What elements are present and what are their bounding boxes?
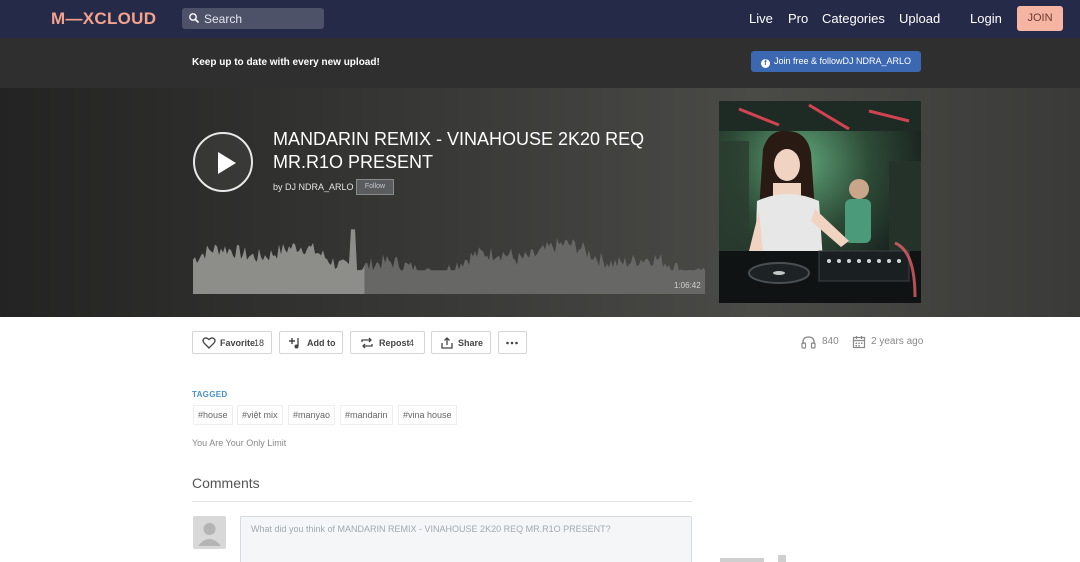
add-to-label: Add to	[307, 338, 336, 348]
favorite-button[interactable]: Favorite 18	[192, 331, 272, 354]
show-byline[interactable]: by DJ NDRA_ARLO	[273, 182, 354, 192]
nav-link-categories[interactable]: Categories	[822, 11, 885, 26]
nav-link-live[interactable]: Live	[749, 11, 773, 26]
login-link[interactable]: Login	[970, 11, 1002, 26]
follow-promo-band: Keep up to date with every new upload! f…	[0, 38, 1080, 88]
join-and-follow-label: Join free & followDJ NDRA_ARLO	[773, 56, 912, 66]
share-icon	[441, 337, 453, 349]
more-options-button[interactable]	[498, 331, 527, 354]
upload-age: 2 years ago	[871, 336, 924, 347]
tag-manyao[interactable]: #manyao	[288, 405, 336, 425]
search-icon	[189, 13, 200, 24]
comment-input[interactable]	[240, 516, 692, 562]
join-button[interactable]: JOIN	[1017, 6, 1063, 31]
add-to-playlist-icon	[289, 338, 299, 349]
show-title: MANDARIN REMIX - VINAHOUSE 2K20 REQ MR.R…	[273, 129, 645, 172]
facebook-icon: f	[760, 59, 770, 68]
user-avatar-icon	[193, 516, 226, 549]
share-button[interactable]: Share	[431, 331, 491, 354]
waveform[interactable]	[193, 226, 705, 294]
sidebar-heading-fragment	[720, 553, 790, 562]
show-description: You Are Your Only Limit	[192, 438, 287, 448]
duration-label: 1:06:42	[674, 281, 701, 290]
repost-button[interactable]: Repost 4	[350, 331, 425, 354]
more-dots-icon	[506, 341, 518, 345]
share-label: Share	[458, 338, 484, 348]
tag-vina-house[interactable]: #vina house	[398, 405, 457, 425]
promo-text: Keep up to date with every new upload!	[192, 57, 380, 68]
calendar-icon	[852, 336, 866, 349]
play-icon	[218, 152, 236, 174]
repost-icon	[361, 337, 373, 349]
repost-label: Repost	[379, 338, 410, 348]
play-button[interactable]	[193, 132, 253, 192]
heart-icon	[202, 337, 216, 349]
show-hero: MANDARIN REMIX - VINAHOUSE 2K20 REQ MR.R…	[0, 88, 1080, 317]
play-count: 840	[822, 336, 839, 347]
nav-link-pro[interactable]: Pro	[788, 11, 808, 26]
join-and-follow-button[interactable]: f Join free & followDJ NDRA_ARLO	[751, 51, 921, 72]
top-navigation-bar: M—XCLOUD Search Live Pro Categories Uplo…	[0, 0, 1080, 38]
tagged-heading: TAGGED	[192, 390, 228, 399]
follow-button[interactable]: Follow	[356, 179, 394, 195]
show-cover-image[interactable]	[719, 101, 921, 303]
search-placeholder: Search	[204, 12, 243, 26]
nav-link-upload[interactable]: Upload	[899, 11, 940, 26]
tag-viet-mix[interactable]: #việt mix	[237, 405, 283, 425]
comments-divider	[192, 501, 692, 502]
add-to-button[interactable]: Add to	[279, 331, 343, 354]
mixcloud-logo[interactable]: M—XCLOUD	[51, 9, 156, 29]
tag-mandarin[interactable]: #mandarin	[340, 405, 393, 425]
comments-heading: Comments	[192, 475, 260, 491]
search-box[interactable]: Search	[182, 8, 324, 29]
favorite-label: Favorite	[220, 338, 256, 348]
tag-house[interactable]: #house	[193, 405, 233, 425]
favorite-count: 18	[254, 338, 265, 348]
repost-count: 4	[409, 338, 415, 348]
headphones-icon	[801, 336, 816, 349]
